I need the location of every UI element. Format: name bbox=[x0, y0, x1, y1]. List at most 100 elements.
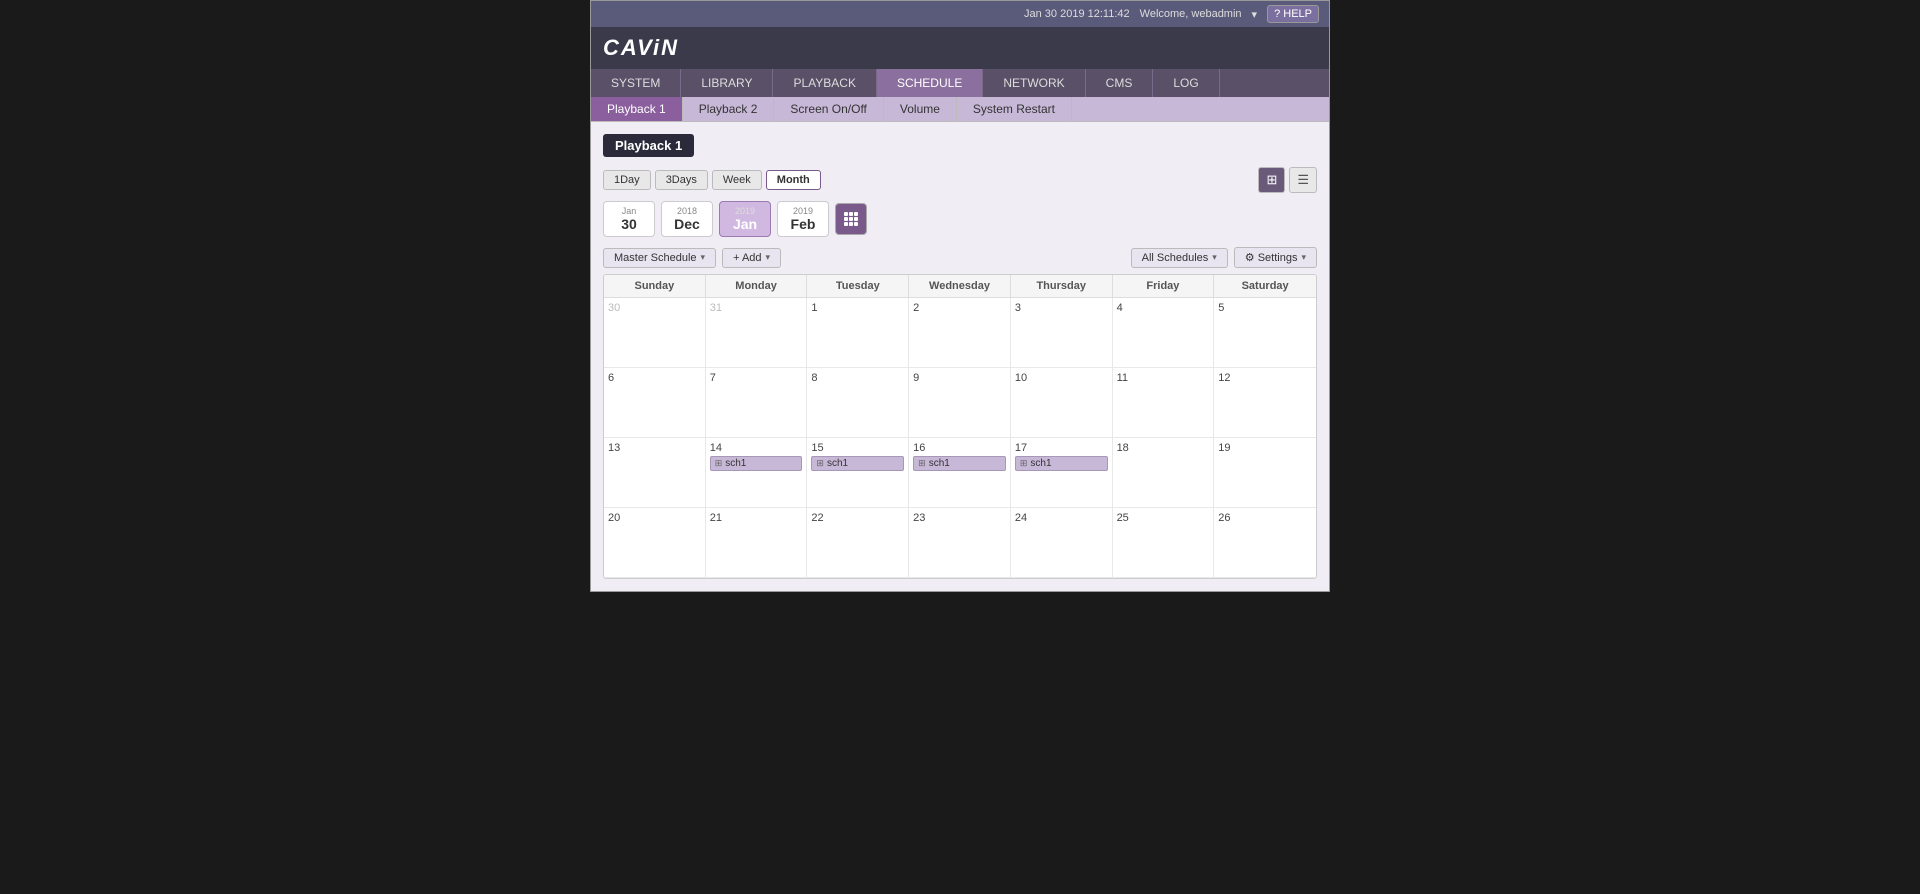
cal-day-number: 25 bbox=[1117, 512, 1210, 524]
cal-cell[interactable]: 10 bbox=[1011, 368, 1113, 438]
cal-cell[interactable]: 22 bbox=[807, 508, 909, 578]
cal-day-number: 9 bbox=[913, 372, 1006, 384]
master-schedule-label: Master Schedule bbox=[614, 252, 697, 264]
cal-day-number: 31 bbox=[710, 302, 803, 314]
cal-cell[interactable]: 16 ⊞sch1 bbox=[909, 438, 1011, 508]
cal-cell[interactable]: 26 bbox=[1214, 508, 1316, 578]
cal-day-number: 15 bbox=[811, 442, 904, 454]
cal-cell[interactable]: 8 bbox=[807, 368, 909, 438]
nav-item-network[interactable]: NETWORK bbox=[983, 69, 1085, 97]
view-1day[interactable]: 1Day bbox=[603, 170, 651, 190]
cal-day-number: 12 bbox=[1218, 372, 1312, 384]
toolbar-row: Master Schedule ▾ + Add ▾ All Schedules … bbox=[603, 247, 1317, 268]
schedule-event[interactable]: ⊞sch1 bbox=[913, 456, 1006, 471]
date-box-main-dec2018: Dec bbox=[674, 216, 700, 232]
cal-day-number: 26 bbox=[1218, 512, 1312, 524]
schedule-event[interactable]: ⊞sch1 bbox=[710, 456, 803, 471]
cal-day-number: 21 bbox=[710, 512, 803, 524]
schedule-event[interactable]: ⊞sch1 bbox=[811, 456, 904, 471]
cal-header-friday: Friday bbox=[1113, 275, 1215, 297]
view-controls: 1Day 3Days Week Month ⊞ ☰ bbox=[603, 167, 1317, 193]
toolbar-right: All Schedules ▾ ⚙ Settings ▾ bbox=[1131, 247, 1317, 268]
nav-item-schedule[interactable]: SCHEDULE bbox=[877, 69, 983, 97]
help-button[interactable]: ? HELP bbox=[1267, 5, 1319, 23]
cal-day-number: 2 bbox=[913, 302, 1006, 314]
schedule-event-label: sch1 bbox=[929, 458, 950, 469]
date-jan30[interactable]: Jan 30 bbox=[603, 201, 655, 237]
nav-item-log[interactable]: LOG bbox=[1153, 69, 1219, 97]
cal-day-number: 18 bbox=[1117, 442, 1210, 454]
cal-cell[interactable]: 4 bbox=[1113, 298, 1215, 368]
calendar-body: 30311234567891011121314⊞sch115⊞sch116⊞sc… bbox=[604, 298, 1316, 578]
cal-cell[interactable]: 15 ⊞sch1 bbox=[807, 438, 909, 508]
cal-cell[interactable]: 18 bbox=[1113, 438, 1215, 508]
view-3days[interactable]: 3Days bbox=[655, 170, 708, 190]
sub-nav-playback1[interactable]: Playback 1 bbox=[591, 97, 683, 121]
cal-day-number: 13 bbox=[608, 442, 701, 454]
nav-item-system[interactable]: SYSTEM bbox=[591, 69, 681, 97]
view-week[interactable]: Week bbox=[712, 170, 762, 190]
cal-cell[interactable]: 17⊞sch1 bbox=[1011, 438, 1113, 508]
cal-cell[interactable]: 30 bbox=[604, 298, 706, 368]
cal-day-number: 4 bbox=[1117, 302, 1210, 314]
date-feb2019[interactable]: 2019 Feb bbox=[777, 201, 829, 237]
date-dec2018[interactable]: 2018 Dec bbox=[661, 201, 713, 237]
cal-cell[interactable]: 5 bbox=[1214, 298, 1316, 368]
schedule-event[interactable]: ⊞sch1 bbox=[1015, 456, 1108, 471]
cal-cell[interactable]: 12 bbox=[1214, 368, 1316, 438]
all-schedules-label: All Schedules bbox=[1142, 252, 1209, 264]
cal-day-number: 30 bbox=[608, 302, 701, 314]
list-view-icon[interactable]: ☰ bbox=[1289, 167, 1317, 193]
sub-nav: Playback 1 Playback 2 Screen On/Off Volu… bbox=[591, 97, 1329, 122]
view-month[interactable]: Month bbox=[766, 170, 821, 190]
cal-cell[interactable]: 11 bbox=[1113, 368, 1215, 438]
cal-day-number: 16 bbox=[913, 442, 1006, 454]
cal-cell[interactable]: 14⊞sch1 bbox=[706, 438, 808, 508]
cal-cell[interactable]: 7 bbox=[706, 368, 808, 438]
sub-nav-playback2[interactable]: Playback 2 bbox=[683, 97, 775, 121]
cal-header-thursday: Thursday bbox=[1011, 275, 1113, 297]
date-box-year-dec2018: 2018 bbox=[672, 206, 702, 216]
sub-nav-screenonoff[interactable]: Screen On/Off bbox=[774, 97, 883, 121]
view-buttons: 1Day 3Days Week Month bbox=[603, 170, 821, 190]
cal-cell[interactable]: 31 bbox=[706, 298, 808, 368]
calendar-grid-icon[interactable] bbox=[835, 203, 867, 235]
sub-nav-volume[interactable]: Volume bbox=[884, 97, 957, 121]
date-jan2019[interactable]: 2019 Jan bbox=[719, 201, 771, 237]
cal-cell[interactable]: 3 bbox=[1011, 298, 1113, 368]
page-title: Playback 1 bbox=[603, 134, 694, 157]
cal-day-number: 3 bbox=[1015, 302, 1108, 314]
page-content: Playback 1 1Day 3Days Week Month ⊞ ☰ Jan… bbox=[591, 122, 1329, 591]
all-schedules-button[interactable]: All Schedules ▾ bbox=[1131, 248, 1228, 268]
grid-view-icon[interactable]: ⊞ bbox=[1258, 167, 1285, 193]
cal-cell[interactable]: 2 bbox=[909, 298, 1011, 368]
cal-day-number: 24 bbox=[1015, 512, 1108, 524]
cal-cell[interactable]: 25 bbox=[1113, 508, 1215, 578]
cal-cell[interactable]: 9 bbox=[909, 368, 1011, 438]
cal-cell[interactable]: 19 bbox=[1214, 438, 1316, 508]
cal-cell[interactable]: 6 bbox=[604, 368, 706, 438]
settings-button[interactable]: ⚙ Settings ▾ bbox=[1234, 247, 1317, 268]
nav-item-playback[interactable]: PLAYBACK bbox=[773, 69, 876, 97]
cal-cell[interactable]: 13 bbox=[604, 438, 706, 508]
datetime: Jan 30 2019 12:11:42 bbox=[1024, 8, 1130, 20]
add-button[interactable]: + Add ▾ bbox=[722, 248, 781, 268]
view-icons: ⊞ ☰ bbox=[1258, 167, 1317, 193]
user-welcome: Welcome, webadmin bbox=[1140, 8, 1242, 20]
nav-item-library[interactable]: LIBRARY bbox=[681, 69, 773, 97]
nav-item-cms[interactable]: CMS bbox=[1086, 69, 1154, 97]
master-schedule-button[interactable]: Master Schedule ▾ bbox=[603, 248, 716, 268]
cal-cell[interactable]: 20 bbox=[604, 508, 706, 578]
cal-cell[interactable]: 21 bbox=[706, 508, 808, 578]
sub-nav-systemrestart[interactable]: System Restart bbox=[957, 97, 1072, 121]
calendar: Sunday Monday Tuesday Wednesday Thursday… bbox=[603, 274, 1317, 579]
main-nav: SYSTEM LIBRARY PLAYBACK SCHEDULE NETWORK… bbox=[591, 69, 1329, 97]
cal-cell[interactable]: 23 bbox=[909, 508, 1011, 578]
cal-cell[interactable]: 1 bbox=[807, 298, 909, 368]
date-box-main-jan30: 30 bbox=[621, 216, 637, 232]
cal-day-number: 22 bbox=[811, 512, 904, 524]
cal-cell[interactable]: 24 bbox=[1011, 508, 1113, 578]
cal-header-monday: Monday bbox=[706, 275, 808, 297]
date-nav: Jan 30 2018 Dec 2019 Jan 2019 Feb bbox=[603, 201, 1317, 237]
toolbar-left: Master Schedule ▾ + Add ▾ bbox=[603, 248, 781, 268]
